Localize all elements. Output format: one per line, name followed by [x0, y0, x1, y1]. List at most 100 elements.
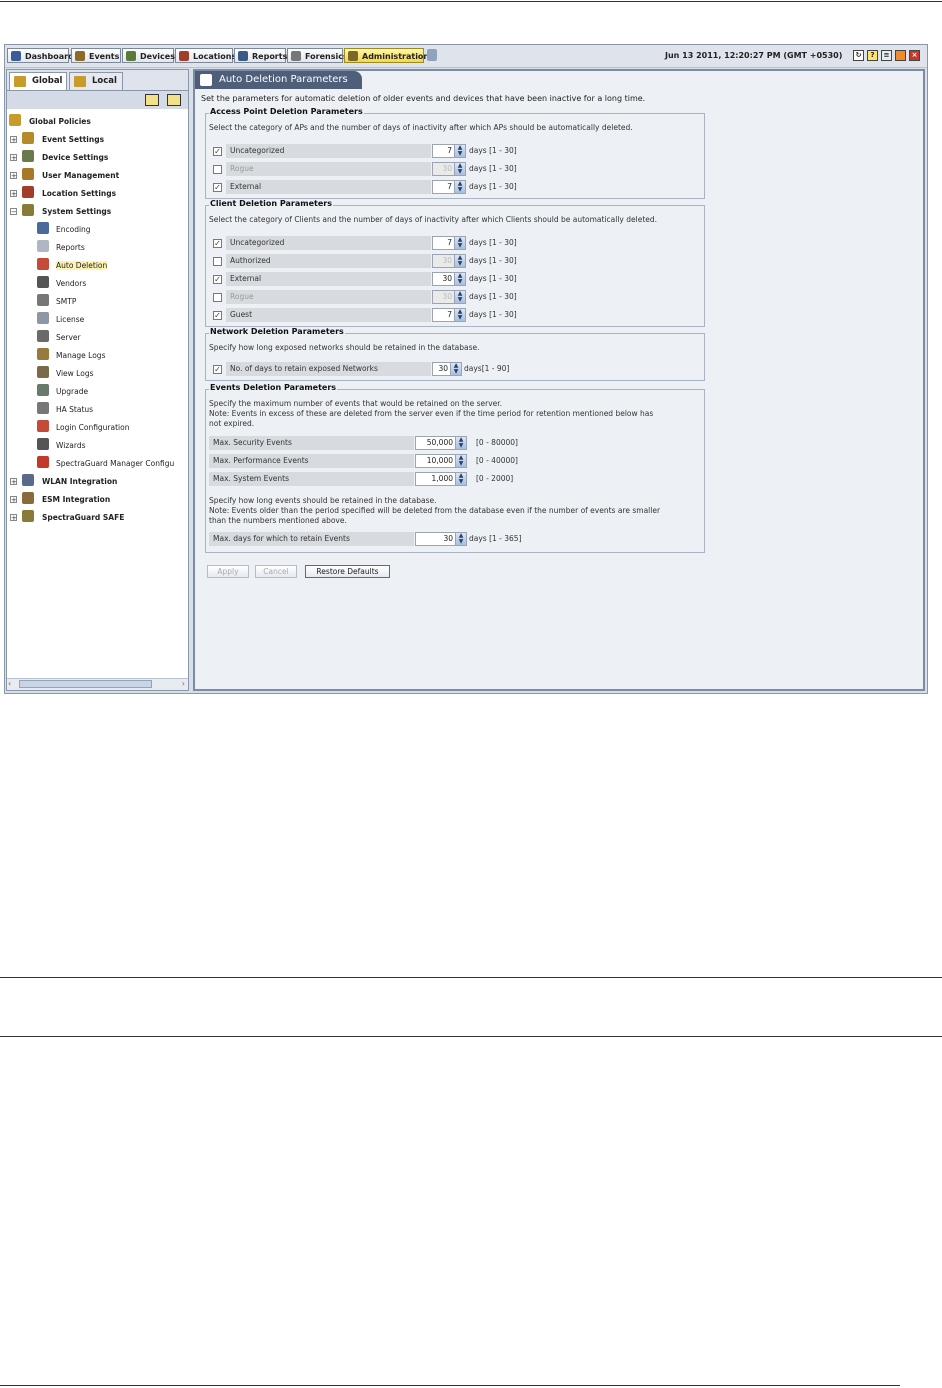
tab-administration[interactable]: Administration [344, 48, 429, 63]
tab-global[interactable]: Global [9, 72, 67, 90]
client-authorized-checkbox[interactable] [213, 257, 222, 266]
ap-external-days[interactable]: 7 ▲ ▼ [432, 180, 466, 194]
tab-devices[interactable]: Devices [122, 48, 175, 63]
expand-all-icon[interactable] [145, 94, 159, 106]
ap-rogue-days[interactable]: 30 ▲ ▼ [432, 162, 466, 176]
max-security-events-input[interactable]: 50,000 ▲ ▼ [415, 436, 467, 450]
spinner-arrows-icon[interactable]: ▲ ▼ [454, 181, 465, 193]
scroll-right-icon[interactable]: › [182, 679, 185, 688]
tree-item-event-settings[interactable]: Event Settings [42, 135, 104, 144]
collapse-system-settings[interactable]: − [10, 208, 17, 216]
tree-item-reports[interactable]: Reports [56, 243, 85, 252]
restore-defaults-button[interactable]: Restore Defaults [305, 565, 390, 578]
spinner-arrows-icon[interactable]: ▲ ▼ [454, 291, 465, 303]
tree-item-spectraguard-safe[interactable]: SpectraGuard SAFE [42, 513, 124, 522]
client-authorized-days[interactable]: 30 ▲ ▼ [432, 254, 466, 268]
tab-forensics[interactable]: Forensics [287, 48, 348, 63]
tab-dashboard[interactable]: Dashboard [7, 48, 74, 63]
expand-event-settings[interactable]: + [10, 136, 17, 144]
tree-item-vendors[interactable]: Vendors [56, 279, 86, 288]
expand-user-management[interactable]: + [10, 172, 17, 180]
scroll-left-icon[interactable]: ‹ [8, 679, 11, 688]
spinner-arrows-icon[interactable]: ▲ ▼ [454, 273, 465, 285]
spinner-arrows-icon[interactable]: ▲ ▼ [455, 455, 466, 467]
collapse-all-icon[interactable] [167, 94, 181, 106]
max-retain-days-input[interactable]: 30 ▲ ▼ [415, 532, 467, 546]
logout-icon[interactable]: × [909, 50, 920, 61]
tab-events[interactable]: Events [71, 48, 121, 63]
tab-locations[interactable]: Locations [175, 48, 236, 63]
client-uncategorized-checkbox[interactable]: ✓ [213, 239, 222, 248]
tree-item-smtp[interactable]: SMTP [56, 297, 76, 306]
spinner-arrows-icon[interactable]: ▲ ▼ [454, 309, 465, 321]
client-rogue-days[interactable]: 30 ▲ ▼ [432, 290, 466, 304]
tree-item-manage-logs[interactable]: Manage Logs [56, 351, 105, 360]
tab-reports[interactable]: Reports [234, 48, 287, 63]
tree-item-location-settings[interactable]: Location Settings [42, 189, 116, 198]
tree-item-view-logs[interactable]: View Logs [56, 369, 94, 378]
client-guest-days[interactable]: 7 ▲ ▼ [432, 308, 466, 322]
ap-rogue-checkbox[interactable] [213, 165, 222, 174]
spinner-arrows-icon[interactable]: ▲ ▼ [454, 237, 465, 249]
spinner-arrows-icon[interactable]: ▲ ▼ [455, 437, 466, 449]
network-group-desc: Specify how long exposed networks should… [209, 343, 480, 352]
horizontal-scrollbar[interactable]: ‹ › [7, 678, 188, 690]
expand-device-settings[interactable]: + [10, 154, 17, 162]
server-datetime: Jun 13 2011, 12:20:27 PM (GMT +0530) [665, 51, 843, 60]
expand-esm-integration[interactable]: + [10, 496, 17, 504]
tree-item-global-policies[interactable]: Global Policies [29, 117, 91, 126]
intro-text: Set the parameters for automatic deletio… [201, 94, 646, 103]
expand-wlan-integration[interactable]: + [10, 478, 17, 486]
spinner-arrows-icon[interactable]: ▲ ▼ [454, 163, 465, 175]
spinner-arrows-icon[interactable]: ▲ ▼ [455, 533, 466, 545]
client-uncategorized-days[interactable]: 7 ▲ ▼ [432, 236, 466, 250]
max-performance-events-input[interactable]: 10,000 ▲ ▼ [415, 454, 467, 468]
expand-spectraguard-safe[interactable]: + [10, 514, 17, 522]
tab-local[interactable]: Local [69, 72, 123, 90]
refresh-icon[interactable]: ↻ [853, 50, 864, 61]
spinner-arrows-icon[interactable]: ▲ ▼ [454, 145, 465, 157]
client-guest-checkbox[interactable]: ✓ [213, 311, 222, 320]
scroll-thumb[interactable] [19, 680, 152, 688]
ap-uncategorized-days[interactable]: 7 ▲ ▼ [432, 144, 466, 158]
network-icon[interactable] [427, 49, 437, 61]
max-performance-events-label: Max. Performance Events [209, 454, 414, 468]
ap-row: Rogue 30 ▲ ▼ days [1 - 30] [206, 162, 704, 177]
events-icon [75, 51, 85, 61]
tree-item-upgrade[interactable]: Upgrade [56, 387, 88, 396]
tree-item-spectraguard-manager-config[interactable]: SpectraGuard Manager Configu [56, 459, 174, 468]
menu-icon[interactable]: ≡ [881, 50, 892, 61]
tree-item-encoding[interactable]: Encoding [56, 225, 91, 234]
license-icon [37, 312, 49, 324]
tree-item-login-configuration[interactable]: Login Configuration [56, 423, 129, 432]
auto-deletion-icon [37, 258, 49, 270]
tree-item-wlan-integration[interactable]: WLAN Integration [42, 477, 117, 486]
network-retain-days[interactable]: 30 ▲ ▼ [432, 362, 462, 376]
tree-item-license[interactable]: License [56, 315, 84, 324]
tree-item-system-settings[interactable]: System Settings [42, 207, 111, 216]
expand-location-settings[interactable]: + [10, 190, 17, 198]
spinner-arrows-icon[interactable]: ▲ ▼ [455, 473, 466, 485]
spectraguard-manager-icon [37, 456, 49, 468]
tree-item-device-settings[interactable]: Device Settings [42, 153, 108, 162]
spinner-arrows-icon[interactable]: ▲ ▼ [454, 255, 465, 267]
network-retain-checkbox[interactable]: ✓ [213, 365, 222, 374]
tree-item-auto-deletion[interactable]: Auto Deletion [56, 261, 108, 270]
tree-item-wizards[interactable]: Wizards [56, 441, 86, 450]
cancel-button[interactable]: Cancel [255, 565, 297, 578]
tree-item-server[interactable]: Server [56, 333, 81, 342]
user-icon[interactable] [895, 50, 906, 61]
tree-item-esm-integration[interactable]: ESM Integration [42, 495, 110, 504]
ap-external-checkbox[interactable]: ✓ [213, 183, 222, 192]
apply-button[interactable]: Apply [207, 565, 249, 578]
ap-uncategorized-checkbox[interactable]: ✓ [213, 147, 222, 156]
help-icon[interactable]: ? [867, 50, 878, 61]
local-icon [74, 76, 86, 87]
tree-item-ha-status[interactable]: HA Status [56, 405, 93, 414]
client-external-checkbox[interactable]: ✓ [213, 275, 222, 284]
max-system-events-input[interactable]: 1,000 ▲ ▼ [415, 472, 467, 486]
tree-item-user-management[interactable]: User Management [42, 171, 119, 180]
client-rogue-checkbox[interactable] [213, 293, 222, 302]
client-external-days[interactable]: 30 ▲ ▼ [432, 272, 466, 286]
spinner-arrows-icon[interactable]: ▲ ▼ [450, 363, 461, 375]
